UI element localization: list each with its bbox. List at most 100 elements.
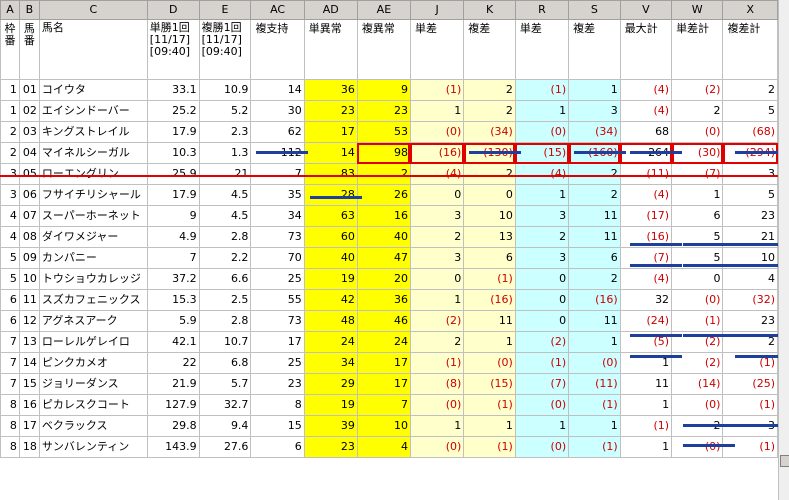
header-A[interactable]: 枠番: [0, 19, 20, 80]
cell-A[interactable]: 8: [0, 436, 20, 458]
header-X[interactable]: 複差計: [722, 19, 778, 80]
cell-D[interactable]: 10.3: [146, 142, 200, 164]
cell-K[interactable]: (1): [463, 394, 516, 416]
cell-D[interactable]: 25.2: [146, 100, 200, 122]
cell-AC[interactable]: 15: [250, 415, 305, 437]
cell-J[interactable]: (0): [409, 394, 465, 416]
cell-B[interactable]: 02: [18, 100, 40, 122]
cell-B[interactable]: 05: [18, 163, 40, 185]
cell-B[interactable]: 10: [18, 268, 40, 290]
cell-E[interactable]: 4.5: [198, 184, 252, 206]
spreadsheet[interactable]: A B C D E AC AD AE J K R S V W X 枠番 馬番 馬名 単勝1回[11/17][09:4…: [0, 0, 778, 500]
cell-X[interactable]: 23: [722, 310, 778, 332]
cell-B[interactable]: 13: [18, 331, 40, 353]
cell-AC[interactable]: 30: [250, 100, 305, 122]
cell-AD[interactable]: 39: [303, 415, 358, 437]
cell-E[interactable]: 5.7: [198, 373, 252, 395]
cell-B[interactable]: 06: [18, 184, 40, 206]
cell-D[interactable]: 17.9: [146, 184, 200, 206]
cell-W[interactable]: (0): [671, 289, 724, 311]
cell-A[interactable]: 7: [0, 373, 20, 395]
cell-AC[interactable]: 7: [250, 163, 305, 185]
column-letter-K[interactable]: K: [463, 0, 516, 20]
column-letter-C[interactable]: C: [38, 0, 148, 20]
cell-C[interactable]: ピカレスクコート: [38, 394, 148, 416]
cell-S[interactable]: (16): [568, 289, 621, 311]
cell-C[interactable]: サンバレンティン: [38, 436, 148, 458]
cell-K[interactable]: (0): [463, 352, 516, 374]
cell-S[interactable]: 6: [568, 247, 621, 269]
cell-R[interactable]: 0: [514, 268, 570, 290]
cell-V[interactable]: (4): [619, 79, 673, 101]
cell-W[interactable]: 1: [671, 184, 724, 206]
cell-W[interactable]: 6: [671, 205, 724, 227]
cell-B[interactable]: 12: [18, 310, 40, 332]
cell-J[interactable]: (1): [409, 79, 465, 101]
cell-K[interactable]: 2: [463, 163, 516, 185]
cell-W[interactable]: (14): [671, 373, 724, 395]
cell-AC[interactable]: 6: [250, 436, 305, 458]
column-letter-W[interactable]: W: [671, 0, 724, 20]
cell-AD[interactable]: 24: [303, 331, 358, 353]
cell-AE[interactable]: 26: [356, 184, 411, 206]
cell-C[interactable]: ピンクカメオ: [38, 352, 148, 374]
scroll-thumb[interactable]: [780, 455, 789, 467]
column-letter-V[interactable]: V: [619, 0, 673, 20]
header-B[interactable]: 馬番: [18, 19, 40, 80]
cell-D[interactable]: 33.1: [146, 79, 200, 101]
cell-AE[interactable]: 40: [356, 226, 411, 248]
cell-AC[interactable]: 23: [250, 373, 305, 395]
cell-E[interactable]: 21: [198, 163, 252, 185]
cell-X[interactable]: (1): [722, 394, 778, 416]
cell-AE[interactable]: 16: [356, 205, 411, 227]
cell-X[interactable]: (25): [722, 373, 778, 395]
cell-R[interactable]: 3: [514, 205, 570, 227]
cell-AD[interactable]: 42: [303, 289, 358, 311]
cell-V[interactable]: (4): [619, 184, 673, 206]
column-letter-E[interactable]: E: [198, 0, 252, 20]
cell-AD[interactable]: 19: [303, 394, 358, 416]
cell-E[interactable]: 2.3: [198, 121, 252, 143]
cell-V[interactable]: (11): [619, 163, 673, 185]
cell-J[interactable]: (16): [409, 142, 465, 164]
cell-AC[interactable]: 62: [250, 121, 305, 143]
cell-C[interactable]: カンパニー: [38, 247, 148, 269]
header-K[interactable]: 複差: [463, 19, 516, 80]
column-letter-AE[interactable]: AE: [356, 0, 411, 20]
cell-S[interactable]: 11: [568, 205, 621, 227]
cell-K[interactable]: 2: [463, 79, 516, 101]
cell-R[interactable]: (0): [514, 121, 570, 143]
cell-E[interactable]: 6.6: [198, 268, 252, 290]
cell-AE[interactable]: 17: [356, 352, 411, 374]
cell-C[interactable]: コイウタ: [38, 79, 148, 101]
cell-B[interactable]: 17: [18, 415, 40, 437]
cell-K[interactable]: 1: [463, 415, 516, 437]
cell-E[interactable]: 9.4: [198, 415, 252, 437]
cell-C[interactable]: スーパーホーネット: [38, 205, 148, 227]
cell-D[interactable]: 4.9: [146, 226, 200, 248]
cell-J[interactable]: 1: [409, 415, 465, 437]
cell-W[interactable]: (7): [671, 163, 724, 185]
cell-K[interactable]: 0: [463, 184, 516, 206]
cell-R[interactable]: 1: [514, 415, 570, 437]
cell-K[interactable]: 6: [463, 247, 516, 269]
cell-AC[interactable]: 17: [250, 331, 305, 353]
cell-R[interactable]: (1): [514, 352, 570, 374]
cell-R[interactable]: (1): [514, 79, 570, 101]
cell-AC[interactable]: 55: [250, 289, 305, 311]
cell-K[interactable]: 13: [463, 226, 516, 248]
cell-X[interactable]: 23: [722, 205, 778, 227]
cell-A[interactable]: 6: [0, 289, 20, 311]
cell-S[interactable]: (0): [568, 352, 621, 374]
cell-C[interactable]: ジョリーダンス: [38, 373, 148, 395]
cell-D[interactable]: 17.9: [146, 121, 200, 143]
cell-X[interactable]: (32): [722, 289, 778, 311]
cell-AE[interactable]: 7: [356, 394, 411, 416]
cell-J[interactable]: 1: [409, 289, 465, 311]
cell-A[interactable]: 1: [0, 79, 20, 101]
cell-AC[interactable]: 35: [250, 184, 305, 206]
cell-A[interactable]: 4: [0, 226, 20, 248]
cell-S[interactable]: 1: [568, 415, 621, 437]
cell-X[interactable]: 3: [722, 163, 778, 185]
cell-D[interactable]: 15.3: [146, 289, 200, 311]
